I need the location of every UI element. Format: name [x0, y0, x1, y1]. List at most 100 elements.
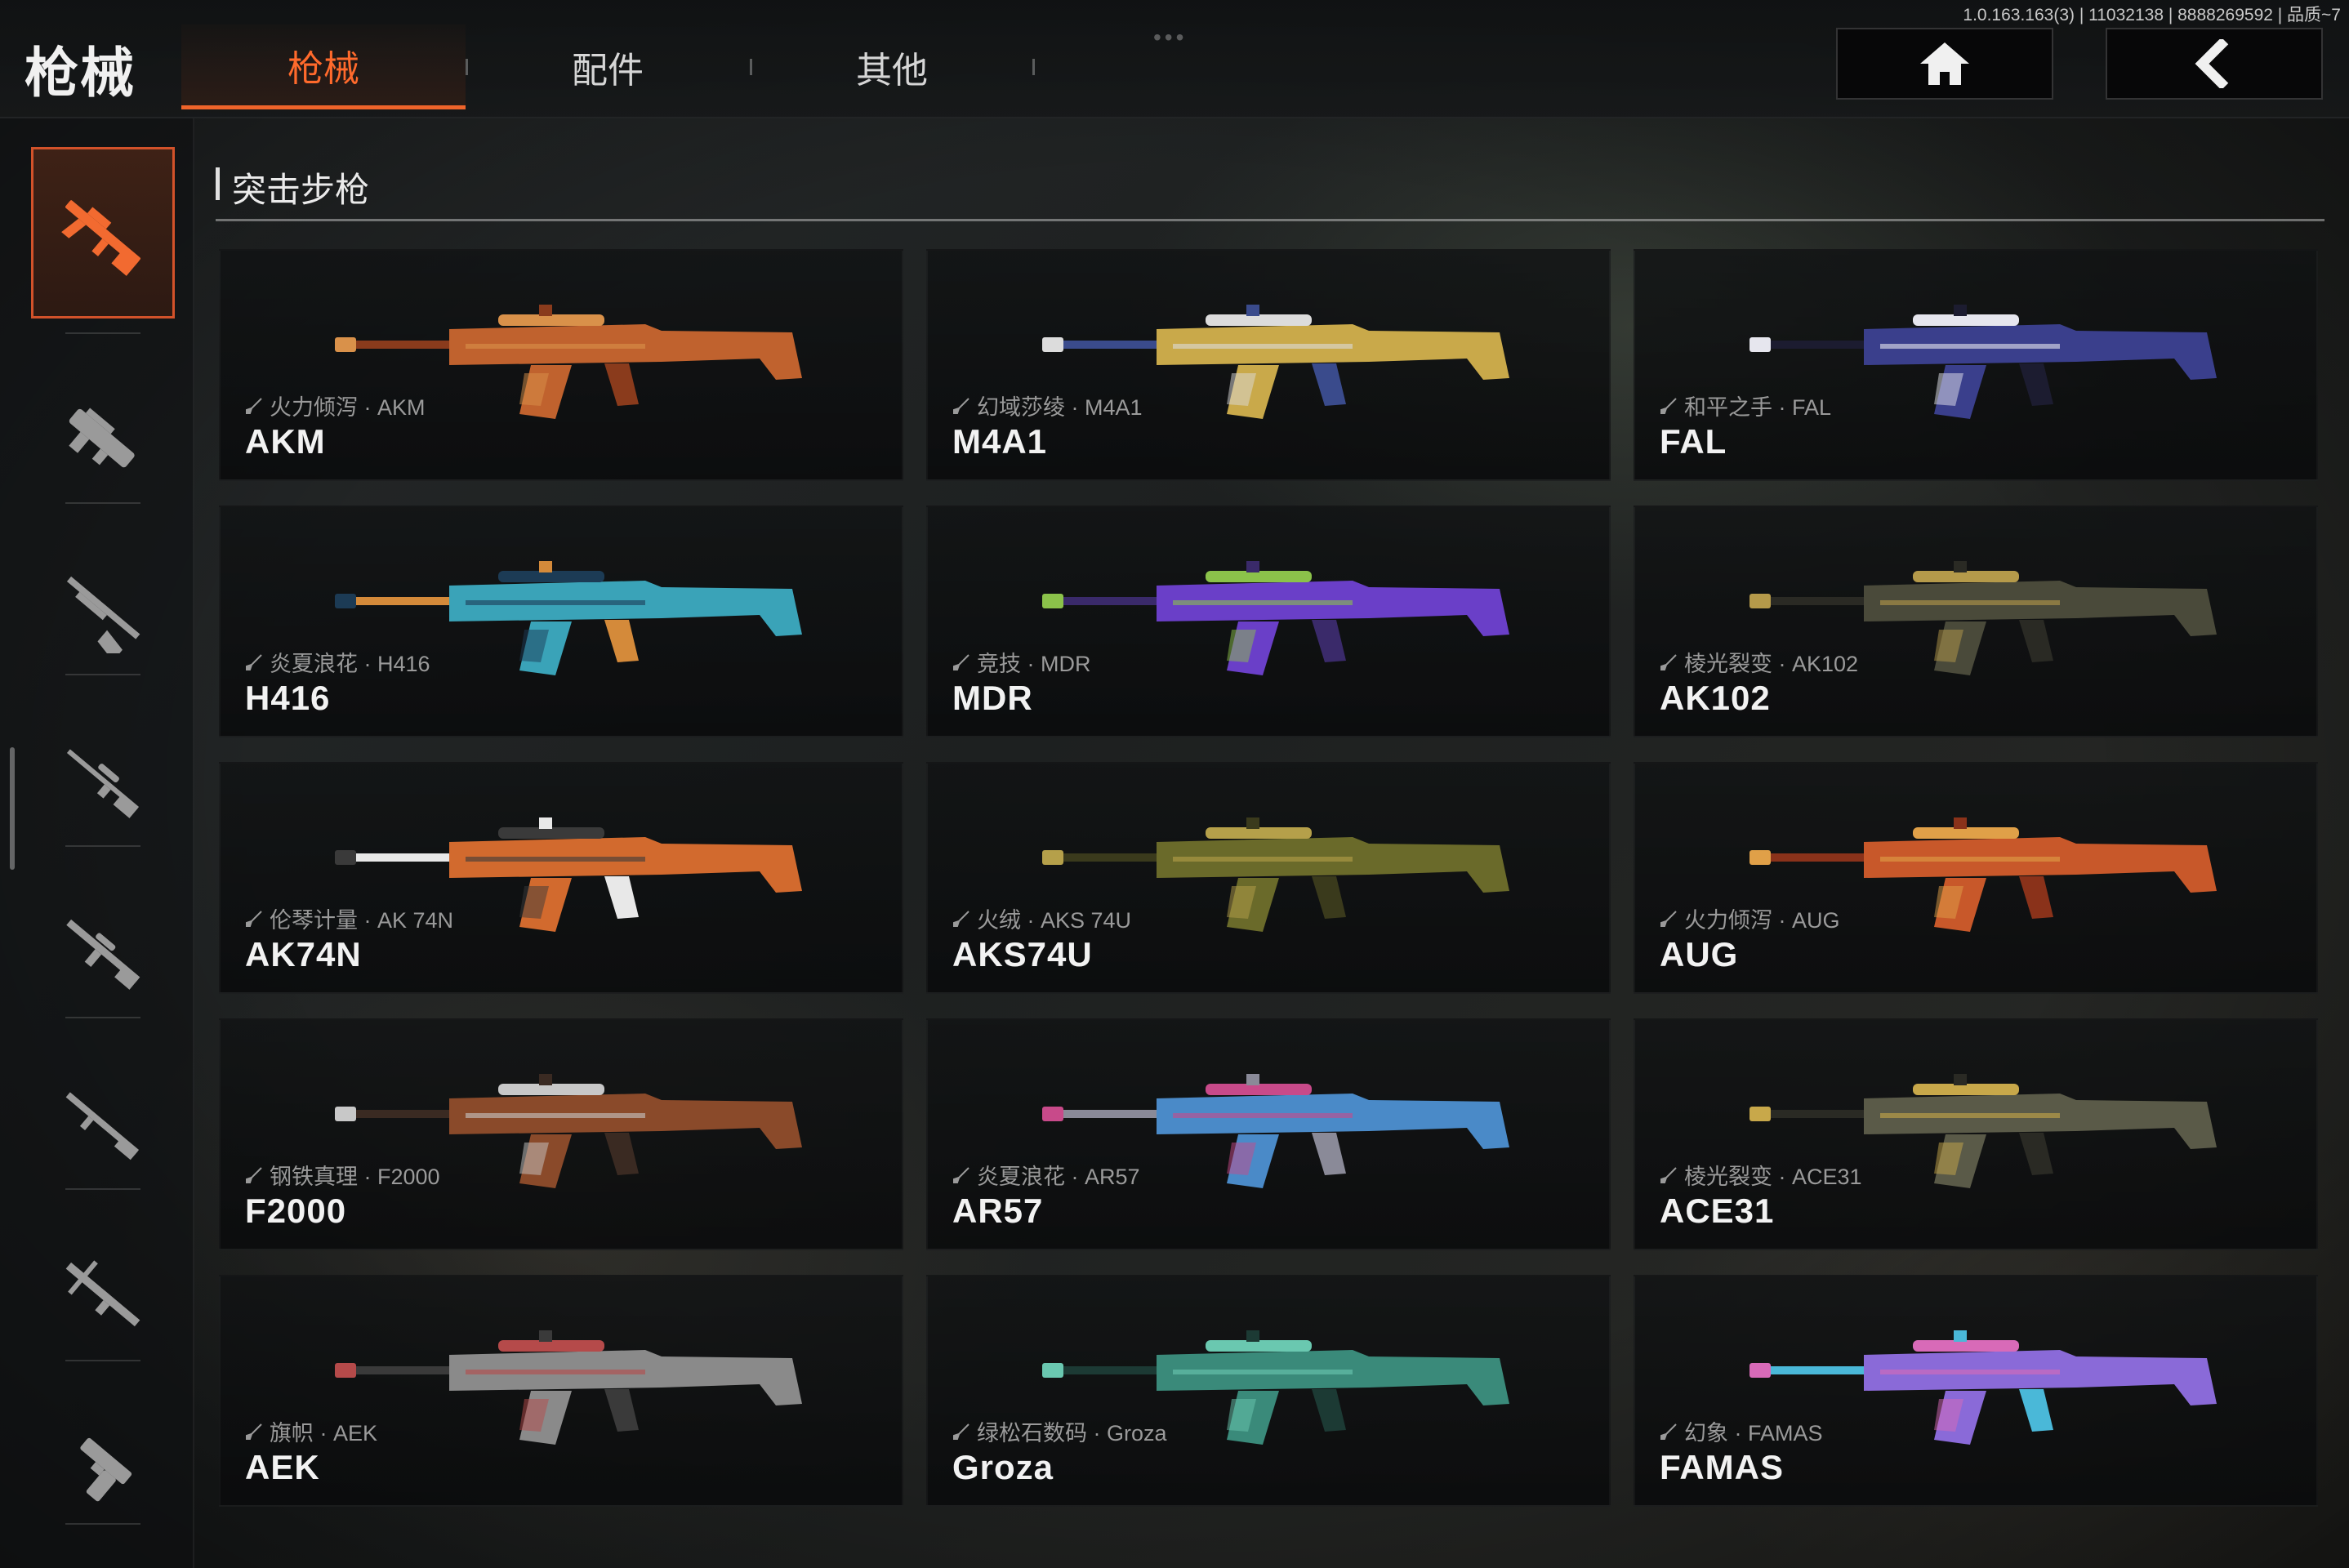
weapon-skin: 和平之手 · FAL — [1660, 390, 1831, 421]
weapon-skin-label: 炎夏浪花 · AR57 — [977, 1165, 1140, 1189]
skin-brush-icon — [246, 1423, 262, 1440]
skin-brush-icon — [1660, 397, 1677, 414]
weapon-image — [1042, 561, 1509, 675]
lmg-icon — [65, 1092, 140, 1160]
weapon-skin: 火绒 · AKS 74U — [952, 902, 1131, 934]
pistol-icon — [80, 1437, 132, 1502]
weapon-name: FAL — [1660, 422, 1727, 461]
version-info: 1.0.163.163(3) | 11032138 | 8888269592 |… — [1963, 6, 2341, 24]
sidebar-scrollbar[interactable] — [10, 747, 15, 870]
weapon-skin-label: 棱光裂变 · ACE31 — [1684, 1165, 1862, 1189]
category-divider — [65, 845, 140, 847]
weapon-skin-label: 幻象 · FAMAS — [1684, 1421, 1823, 1446]
back-arrow-icon — [2195, 39, 2229, 88]
section-title: 突击步枪 — [232, 171, 370, 209]
weapon-card[interactable]: 炎夏浪花 · H416 H416 — [219, 506, 903, 737]
category-divider — [65, 1188, 140, 1190]
category-lmg[interactable] — [31, 1037, 175, 1209]
tab-other[interactable]: 其他 — [750, 24, 1034, 109]
category-marksman-rifle[interactable] — [31, 866, 175, 1037]
skin-brush-icon — [1660, 910, 1677, 927]
marksman-rifle-icon — [66, 919, 140, 990]
weapon-card[interactable]: 火力倾泻 · AKM AKM — [219, 249, 903, 481]
category-divider — [65, 1523, 140, 1525]
weapon-name: AK74N — [245, 935, 362, 973]
category-divider — [65, 332, 140, 334]
category-shotgun[interactable] — [31, 523, 175, 694]
weapon-grid: 火力倾泻 · AKM AKM 幻域莎绫 · M4A1 M4A1 和平之手 · FAL FA… — [219, 249, 2318, 1507]
weapon-skin-label: 竞技 · MDR — [977, 652, 1091, 676]
weapon-skin: 炎夏浪花 · H416 — [245, 646, 430, 678]
tab-attachments[interactable]: 配件 — [466, 24, 750, 109]
weapon-skin-label: 和平之手 · FAL — [1684, 395, 1832, 420]
back-button[interactable] — [2106, 28, 2323, 100]
weapon-name: AUG — [1660, 935, 1739, 973]
weapon-name: AKM — [245, 422, 326, 461]
weapon-card[interactable]: 火绒 · AKS 74U AKS74U — [926, 762, 1611, 994]
assault-rifle-icon — [61, 200, 140, 276]
weapon-card[interactable]: 炎夏浪花 · AR57 AR57 — [926, 1018, 1611, 1250]
weapon-card[interactable]: 火力倾泻 · AUG AUG — [1634, 762, 2318, 994]
weapon-card[interactable]: 幻象 · FAMAS FAMAS — [1634, 1275, 2318, 1507]
weapon-skin: 竞技 · MDR — [952, 646, 1090, 678]
category-pistol[interactable] — [31, 1380, 175, 1552]
weapon-card[interactable]: 绿松石数码 · Groza Groza — [926, 1275, 1611, 1507]
weapon-card[interactable]: 竞技 · MDR MDR — [926, 506, 1611, 737]
weapon-skin: 棱光裂变 · ACE31 — [1660, 1159, 1862, 1191]
category-divider — [65, 1360, 140, 1361]
tab-divider — [1032, 59, 1035, 75]
category-smg[interactable] — [31, 351, 175, 523]
page-title: 枪械 — [25, 42, 136, 103]
skin-brush-icon — [953, 1166, 969, 1183]
weapon-name: H416 — [245, 679, 331, 717]
weapon-skin: 火力倾泻 · AKM — [245, 390, 426, 421]
weapon-card[interactable]: 棱光裂变 · ACE31 ACE31 — [1634, 1018, 2318, 1250]
weapon-card[interactable]: 和平之手 · FAL FAL — [1634, 249, 2318, 481]
weapon-skin-label: 火绒 · AKS 74U — [977, 908, 1132, 933]
weapon-skin-label: 钢铁真理 · F2000 — [270, 1165, 440, 1189]
skin-brush-icon — [246, 1166, 262, 1183]
skin-brush-icon — [1660, 653, 1677, 670]
section-header: 突击步枪 — [216, 159, 2324, 221]
shotgun-icon — [66, 576, 140, 653]
tab-label: 其他 — [856, 51, 928, 91]
weapon-skin-label: 幻域莎绫 · M4A1 — [977, 395, 1143, 420]
weapon-name: FAMAS — [1660, 1448, 1784, 1486]
category-sniper-rifle[interactable] — [31, 694, 175, 866]
category-divider — [65, 674, 140, 675]
weapon-name: AK102 — [1660, 679, 1771, 717]
weapon-skin-label: 棱光裂变 · AK102 — [1684, 652, 1859, 676]
weapon-card[interactable]: 伦琴计量 · AK 74N AK74N — [219, 762, 903, 994]
smg-icon — [69, 408, 135, 468]
skin-brush-icon — [1660, 1423, 1677, 1440]
weapon-name: F2000 — [245, 1192, 347, 1230]
skin-brush-icon — [953, 1423, 969, 1440]
tab-label: 枪械 — [287, 48, 359, 89]
top-bar: 枪械 枪械 配件 其他 ••• 1.0.163.163(3) | 1103213… — [0, 0, 2349, 118]
home-button[interactable] — [1836, 28, 2053, 100]
weapon-skin-label: 伦琴计量 · AK 74N — [270, 908, 454, 933]
weapon-card[interactable]: 旗帜 · AEK AEK — [219, 1275, 903, 1507]
weapon-skin-label: 炎夏浪花 · H416 — [270, 652, 430, 676]
weapon-card[interactable]: 钢铁真理 · F2000 F2000 — [219, 1018, 903, 1250]
weapon-skin: 旗帜 · AEK — [245, 1415, 377, 1447]
weapon-card[interactable]: 棱光裂变 · AK102 AK102 — [1634, 506, 2318, 737]
skin-brush-icon — [246, 653, 262, 670]
weapon-name: AEK — [245, 1448, 320, 1486]
sniper-rifle-icon — [66, 749, 140, 818]
weapon-name: AR57 — [952, 1192, 1044, 1230]
weapon-name: M4A1 — [952, 422, 1048, 461]
weapon-skin-label: 火力倾泻 · AUG — [1684, 908, 1840, 933]
weapon-card[interactable]: 幻域莎绫 · M4A1 M4A1 — [926, 249, 1611, 481]
weapon-skin: 幻域莎绫 · M4A1 — [952, 390, 1143, 421]
category-crossbow[interactable] — [31, 1209, 175, 1380]
weapon-skin: 钢铁真理 · F2000 — [245, 1159, 440, 1191]
weapon-skin: 绿松石数码 · Groza — [952, 1415, 1167, 1447]
skin-brush-icon — [953, 397, 969, 414]
skin-brush-icon — [1660, 1166, 1677, 1183]
category-divider — [65, 502, 140, 504]
drag-handle-icon: ••• — [1153, 24, 1188, 50]
category-assault-rifle[interactable] — [31, 147, 175, 318]
tab-firearms[interactable]: 枪械 — [181, 24, 466, 109]
skin-brush-icon — [246, 910, 262, 927]
